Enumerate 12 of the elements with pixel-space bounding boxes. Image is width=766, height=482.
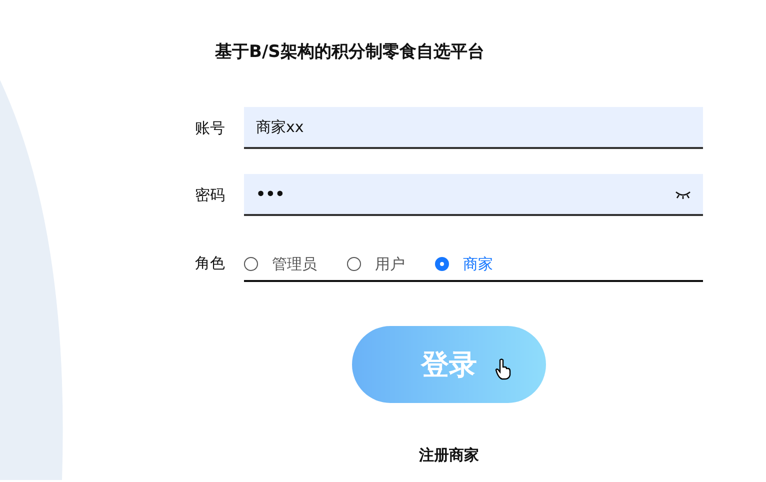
input-field[interactable]: 商家xx (244, 107, 703, 149)
radio-option[interactable]: 管理员 (244, 254, 317, 274)
radio-option[interactable]: 商家 (435, 254, 493, 274)
register-link[interactable]: 注册商家 (419, 446, 479, 465)
field-label: 密码 (195, 186, 226, 204)
radio-option[interactable]: 用户 (347, 254, 405, 274)
eye-closed-icon[interactable] (675, 191, 691, 199)
input-field[interactable]: ••• (244, 174, 703, 216)
page-title: 基于B/S架构的积分制零食自选平台 (215, 41, 486, 64)
field-label: 角色 (195, 254, 226, 272)
hand-pointer-icon (495, 358, 511, 380)
field-label: 账号 (195, 118, 226, 138)
